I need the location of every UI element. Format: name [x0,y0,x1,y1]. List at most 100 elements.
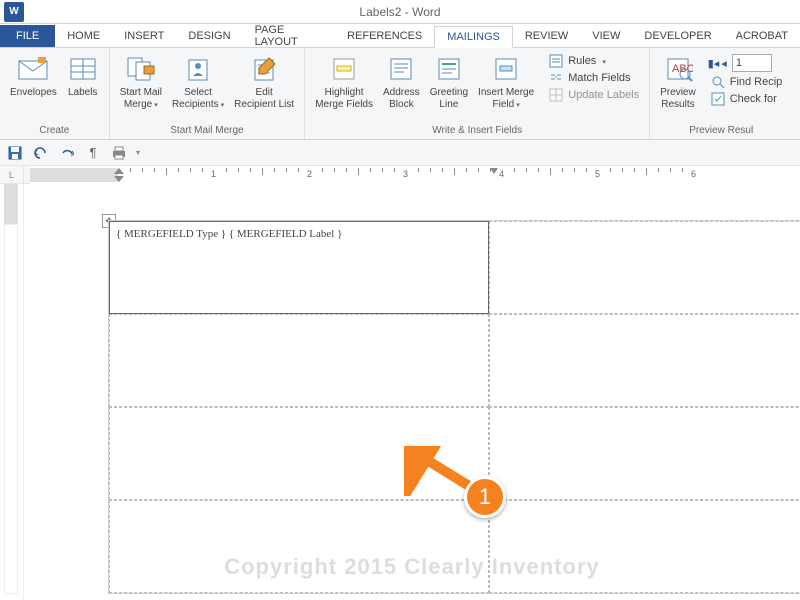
insert-merge-field-label: Insert Merge Field [478,87,534,110]
qat-customize-button[interactable]: ▾ [136,148,140,157]
horizontal-ruler[interactable]: 1 2 3 4 5 6 [30,166,800,184]
rules-icon [548,54,564,68]
ribbon-tabs: FILE HOME INSERT DESIGN PAGE LAYOUT REFE… [0,24,800,48]
ruler-bar: L 1 2 3 4 5 6 [0,166,800,184]
qat-print-button[interactable] [110,144,128,162]
label-cell[interactable] [489,407,800,500]
ribbon-group-start-mail-merge: Start Mail Merge Select Recipients Edit … [110,48,305,139]
group-label-start: Start Mail Merge [116,123,298,139]
group-label-create: Create [6,123,103,139]
document-area: ✥ { MERGEFIELD Type } { MERGEFIELD Label… [0,184,800,600]
address-block-icon [385,53,417,85]
label-cell[interactable] [109,407,489,500]
highlight-merge-fields-button[interactable]: Highlight Merge Fields [311,51,377,112]
find-recipient-icon [710,75,726,89]
tab-references[interactable]: REFERENCES [335,25,434,47]
tab-selector[interactable]: L [0,166,24,184]
select-recipients-label: Select Recipients [172,87,224,110]
save-button[interactable] [6,144,24,162]
tab-view[interactable]: VIEW [580,25,632,47]
qat-paragraph-button[interactable]: ¶ [84,144,102,162]
tab-insert[interactable]: INSERT [112,25,176,47]
address-block-button[interactable]: Address Block [379,51,424,112]
find-recipient-button[interactable]: Find Recip [706,74,787,90]
vertical-ruler[interactable] [0,184,24,600]
preview-results-button[interactable]: ABC Preview Results [656,51,700,112]
ruler-number: 5 [595,169,600,179]
quick-access-toolbar: ¶ ▾ [0,140,800,166]
label-cell[interactable] [489,221,800,314]
tab-page-layout[interactable]: PAGE LAYOUT [243,25,336,47]
preview-results-label: Preview Results [660,87,696,110]
insert-merge-field-button[interactable]: Insert Merge Field [474,51,538,112]
check-errors-label: Check for [730,93,777,105]
merge-field-text: { MERGEFIELD Type } { MERGEFIELD Label } [116,228,342,240]
select-recipients-button[interactable]: Select Recipients [168,51,228,112]
ruler-number: 4 [499,169,504,179]
update-labels-button[interactable]: Update Labels [544,87,643,103]
tab-review[interactable]: REVIEW [513,25,580,47]
match-fields-icon [548,71,564,85]
start-mail-merge-label: Start Mail Merge [120,87,162,110]
tab-developer[interactable]: DEVELOPER [632,25,723,47]
edit-recipient-list-button[interactable]: Edit Recipient List [230,51,298,112]
ruler-number: 1 [211,169,216,179]
greeting-line-icon [433,53,465,85]
check-errors-icon [710,92,726,106]
ruler-number: 2 [307,169,312,179]
rules-label: Rules [568,55,596,67]
highlight-label: Highlight Merge Fields [315,87,373,110]
window-title: Labels2 - Word [359,5,440,19]
tab-mailings[interactable]: MAILINGS [434,26,513,48]
tab-design[interactable]: DESIGN [176,25,242,47]
app-logo: W [4,2,24,22]
dropdown-arrow-icon [600,55,606,67]
edit-recipient-list-label: Edit Recipient List [234,87,294,110]
envelope-icon [17,53,49,85]
undo-button[interactable] [32,144,50,162]
update-labels-icon [548,88,564,102]
greeting-line-label: Greeting Line [430,87,468,110]
tab-file[interactable]: FILE [0,25,55,47]
greeting-line-button[interactable]: Greeting Line [426,51,472,112]
check-errors-button[interactable]: Check for [706,91,787,107]
first-record-button[interactable]: ▮◂ [708,57,720,70]
document-page[interactable]: ✥ { MERGEFIELD Type } { MERGEFIELD Label… [24,184,800,600]
envelopes-button[interactable]: Envelopes [6,51,61,101]
tab-home[interactable]: HOME [55,25,112,47]
group-label-write: Write & Insert Fields [311,123,643,139]
record-number-input[interactable] [732,54,772,72]
find-recipient-label: Find Recip [730,76,783,88]
rules-button[interactable]: Rules [544,53,643,69]
ribbon-group-preview: ABC Preview Results ▮◂ ◂ Find Recip Chec… [650,48,792,139]
label-sheet: { MERGEFIELD Type } { MERGEFIELD Label } [108,220,800,594]
ruler-number: 6 [691,169,696,179]
insert-merge-field-icon [490,53,522,85]
tab-acrobat[interactable]: ACROBAT [724,25,800,47]
ribbon-group-create: Envelopes Labels Create [0,48,110,139]
label-cell[interactable] [109,314,489,407]
preview-results-icon: ABC [662,53,694,85]
labels-icon [67,53,99,85]
watermark-text: Copyright 2015 Clearly Inventory [224,554,600,580]
address-block-label: Address Block [383,87,420,110]
match-fields-button[interactable]: Match Fields [544,70,643,86]
update-labels-label: Update Labels [568,89,639,101]
label-cell-1[interactable]: { MERGEFIELD Type } { MERGEFIELD Label } [109,221,489,314]
highlight-icon [328,53,360,85]
title-bar: W Labels2 - Word [0,0,800,24]
label-cell[interactable] [489,314,800,407]
start-mail-merge-button[interactable]: Start Mail Merge [116,51,166,112]
edit-recipient-list-icon [248,53,280,85]
labels-button[interactable]: Labels [63,51,103,101]
ruler-number: 3 [403,169,408,179]
prev-record-button[interactable]: ◂ [721,57,727,70]
envelopes-label: Envelopes [10,87,57,99]
group-label-preview: Preview Resul [656,123,786,139]
start-mail-merge-icon [125,53,157,85]
select-recipients-icon [182,53,214,85]
redo-button[interactable] [58,144,76,162]
labels-label: Labels [68,87,97,99]
ribbon: Envelopes Labels Create Start Mail Merge [0,48,800,140]
match-fields-label: Match Fields [568,72,630,84]
